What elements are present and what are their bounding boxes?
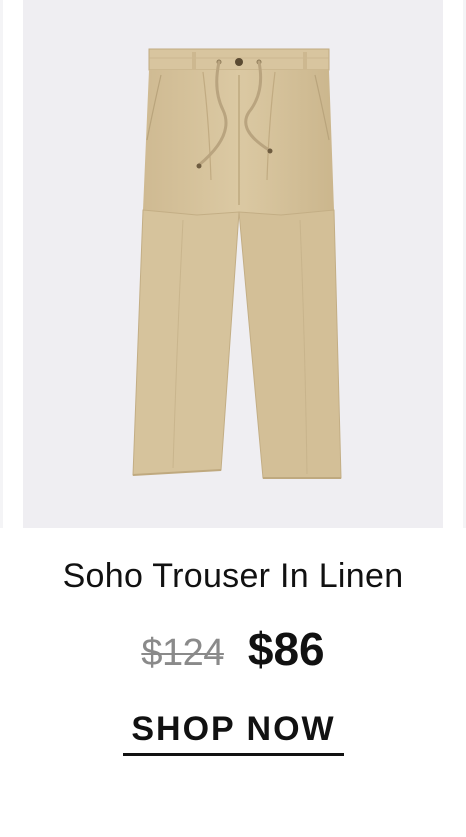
- original-price: $124: [141, 632, 224, 674]
- product-card[interactable]: Soho Trouser In Linen $124 $86 SHOP NOW: [0, 0, 466, 837]
- shop-now-button[interactable]: SHOP NOW: [123, 710, 344, 756]
- product-title[interactable]: Soho Trouser In Linen: [0, 557, 466, 596]
- trouser-icon: [132, 48, 342, 479]
- sale-price: $86: [247, 623, 325, 675]
- price-row: $124 $86: [0, 622, 466, 676]
- left-divider: [0, 0, 3, 528]
- product-image[interactable]: [23, 0, 443, 528]
